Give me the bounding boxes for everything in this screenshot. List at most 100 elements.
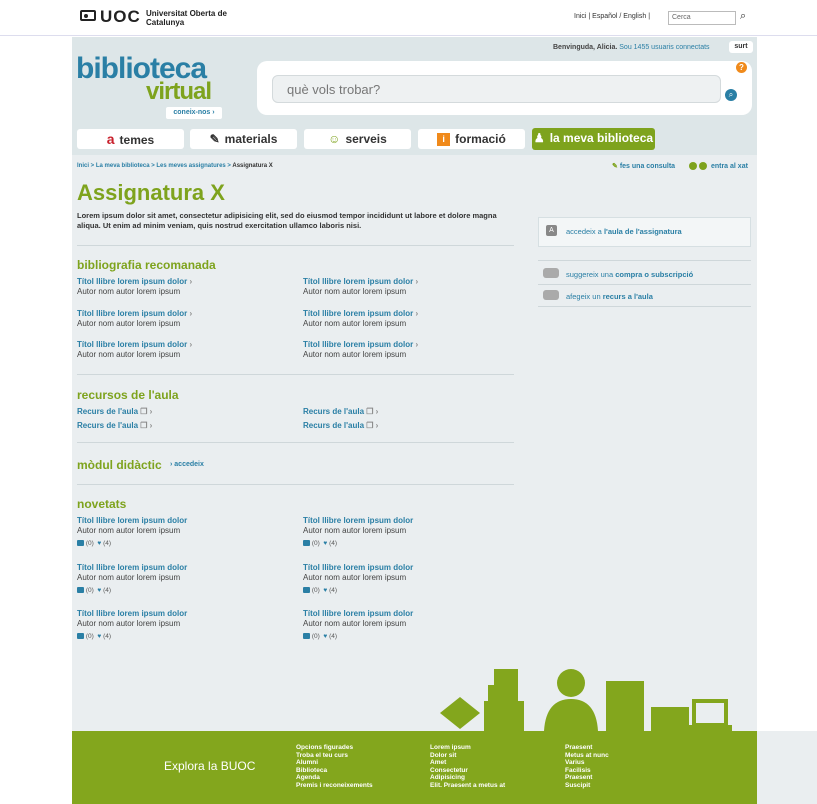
heart-icon[interactable]: ♥: [97, 540, 101, 547]
divider: [538, 306, 751, 307]
novetat-meta: (0) ♥ (4): [77, 633, 111, 640]
footer-right-edge: [757, 731, 817, 804]
add-resource-link[interactable]: afegeix un recurs a l'aula: [566, 292, 653, 301]
footer-link[interactable]: Metus at nunc: [565, 752, 609, 760]
pencil-icon: ✎: [612, 163, 618, 170]
footer-link[interactable]: Amet: [430, 759, 505, 767]
footer-link[interactable]: Lorem ipsum: [430, 744, 505, 752]
recurs-link[interactable]: Recurs de l'aula ❐ ›: [77, 421, 152, 430]
modul-title: mòdul didàctic: [77, 458, 162, 472]
window-icon: ❐ ›: [140, 407, 153, 416]
novetat-meta: (0) ♥ (4): [77, 587, 111, 594]
footer-col-1: Opcions figurades Troba el teu curs Alum…: [296, 744, 373, 789]
footer-link[interactable]: Premis i reconeixements: [296, 782, 373, 790]
footer-link[interactable]: Elit. Praesent a metus at: [430, 782, 505, 790]
window-icon: ❐ ›: [140, 421, 153, 430]
recurs-link[interactable]: Recurs de l'aula ❐ ›: [303, 421, 378, 430]
footer-link[interactable]: Biblioteca: [296, 767, 373, 775]
tab-materials[interactable]: ✎ materials: [190, 129, 297, 149]
footer-link[interactable]: Facilisis: [565, 767, 609, 775]
top-search-input[interactable]: Cerca: [668, 11, 736, 25]
search-icon[interactable]: ⌕: [740, 10, 746, 23]
intro-text: Lorem ipsum dolor sit amet, consectetur …: [77, 211, 497, 230]
comment-icon[interactable]: [303, 540, 310, 547]
help-icon[interactable]: ?: [736, 62, 747, 73]
tab-serveis[interactable]: ☺ serveis: [304, 129, 411, 149]
heart-icon[interactable]: ♥: [97, 633, 101, 640]
about-link[interactable]: coneix-nos ›: [166, 107, 222, 119]
chat-icon: [689, 162, 697, 170]
book-item[interactable]: Títol llibre lorem ipsum dolor › Autor no…: [303, 340, 418, 360]
heart-icon[interactable]: ♥: [97, 587, 101, 594]
comment-icon[interactable]: [77, 587, 84, 594]
tab-la-meva-biblioteca[interactable]: ♟ la meva biblioteca: [532, 128, 655, 150]
divider: [77, 484, 514, 485]
tab-formacio[interactable]: i formació: [418, 129, 525, 149]
logout-button[interactable]: surt: [729, 41, 753, 53]
footer-col-3: Praesent Metus at nunc Varius Facilisis …: [565, 744, 609, 789]
uoc-logo-icon[interactable]: [80, 10, 96, 21]
recurs-link[interactable]: Recurs de l'aula ❐ ›: [303, 407, 378, 416]
breadcrumb-inici[interactable]: Inici: [77, 163, 89, 169]
breadcrumb-meva[interactable]: La meva biblioteca: [96, 163, 150, 169]
book-item[interactable]: Títol llibre lorem ipsum dolor › Autor no…: [77, 340, 192, 360]
aula-icon: A: [546, 225, 557, 236]
novetat-item[interactable]: Títol llibre lorem ipsum dolor Autor nom …: [77, 609, 187, 629]
uoc-logo-text[interactable]: UOC: [100, 7, 141, 27]
novetat-item[interactable]: Títol llibre lorem ipsum dolor Autor nom …: [303, 609, 413, 629]
footer-link[interactable]: Opcions figurades: [296, 744, 373, 752]
main-search-input[interactable]: què vols trobar?: [272, 75, 721, 103]
novetat-item[interactable]: Títol llibre lorem ipsum dolor Autor nom …: [303, 516, 413, 536]
xat-link[interactable]: entra al xat: [689, 162, 748, 170]
novetat-meta: (0) ♥ (4): [303, 587, 337, 594]
book-item[interactable]: Títol llibre lorem ipsum dolor › Autor no…: [77, 309, 192, 329]
comment-icon[interactable]: [303, 633, 310, 640]
library-illustration: [440, 669, 732, 731]
novetat-item[interactable]: Títol llibre lorem ipsum dolor Autor nom …: [303, 563, 413, 583]
aula-link[interactable]: accedeix a l'aula de l'assignatura: [566, 227, 682, 236]
footer-link[interactable]: Praesent: [565, 774, 609, 782]
divider: [77, 374, 514, 375]
book-item[interactable]: Títol llibre lorem ipsum dolor › Autor no…: [303, 277, 418, 297]
serveis-icon: ☺: [328, 132, 341, 146]
divider: [77, 245, 514, 246]
book-item[interactable]: Títol llibre lorem ipsum dolor › Autor no…: [77, 277, 192, 297]
formacio-icon: i: [437, 133, 451, 147]
chat-icon-2: [699, 162, 707, 170]
footer-link[interactable]: Consectetur: [430, 767, 505, 775]
footer-explora: Explora la BUOC: [164, 759, 256, 773]
novetat-item[interactable]: Títol llibre lorem ipsum dolor Autor nom …: [77, 563, 187, 583]
breadcrumb: Inici > La meva biblioteca > Les meves a…: [77, 163, 273, 169]
biblio-title: bibliografia recomanada: [77, 258, 216, 272]
recursos-title: recursos de l'aula: [77, 388, 179, 402]
footer-link[interactable]: Alumni: [296, 759, 373, 767]
footer-link[interactable]: Dolor sit: [430, 752, 505, 760]
footer-link[interactable]: Adipisicing: [430, 774, 505, 782]
comment-icon[interactable]: [77, 633, 84, 640]
heart-icon[interactable]: ♥: [323, 540, 327, 547]
heart-icon[interactable]: ♥: [323, 633, 327, 640]
user-icon: ♟: [533, 131, 545, 145]
search-go-icon[interactable]: ⌕: [725, 89, 737, 101]
brand-virtual[interactable]: virtual: [146, 78, 212, 106]
recurs-link[interactable]: Recurs de l'aula ❐ ›: [77, 407, 152, 416]
suggest-link[interactable]: suggereix una compra o subscripció: [566, 270, 693, 279]
novetat-meta: (0) ♥ (4): [303, 540, 337, 547]
footer-link[interactable]: Varius: [565, 759, 609, 767]
heart-icon[interactable]: ♥: [323, 587, 327, 594]
tab-temes[interactable]: a temes: [77, 129, 184, 149]
novetat-item[interactable]: Títol llibre lorem ipsum dolor Autor nom …: [77, 516, 187, 536]
comment-icon[interactable]: [303, 587, 310, 594]
book-item[interactable]: Títol llibre lorem ipsum dolor › Autor no…: [303, 309, 418, 329]
top-links[interactable]: Inici | Español / English |: [574, 13, 650, 20]
comment-icon[interactable]: [77, 540, 84, 547]
modul-access-link[interactable]: › accedeix: [170, 461, 204, 468]
breadcrumb-assignatures[interactable]: Les meves assignatures: [156, 163, 225, 169]
consulta-link[interactable]: ✎ fes una consulta: [612, 162, 675, 170]
footer-link[interactable]: Troba el teu curs: [296, 752, 373, 760]
footer-link[interactable]: Praesent: [565, 744, 609, 752]
university-name[interactable]: Universitat Oberta de Catalunya: [146, 9, 236, 27]
footer-link[interactable]: Suscipit: [565, 782, 609, 790]
heart-suggest-icon: [543, 268, 559, 278]
footer-link[interactable]: Agenda: [296, 774, 373, 782]
